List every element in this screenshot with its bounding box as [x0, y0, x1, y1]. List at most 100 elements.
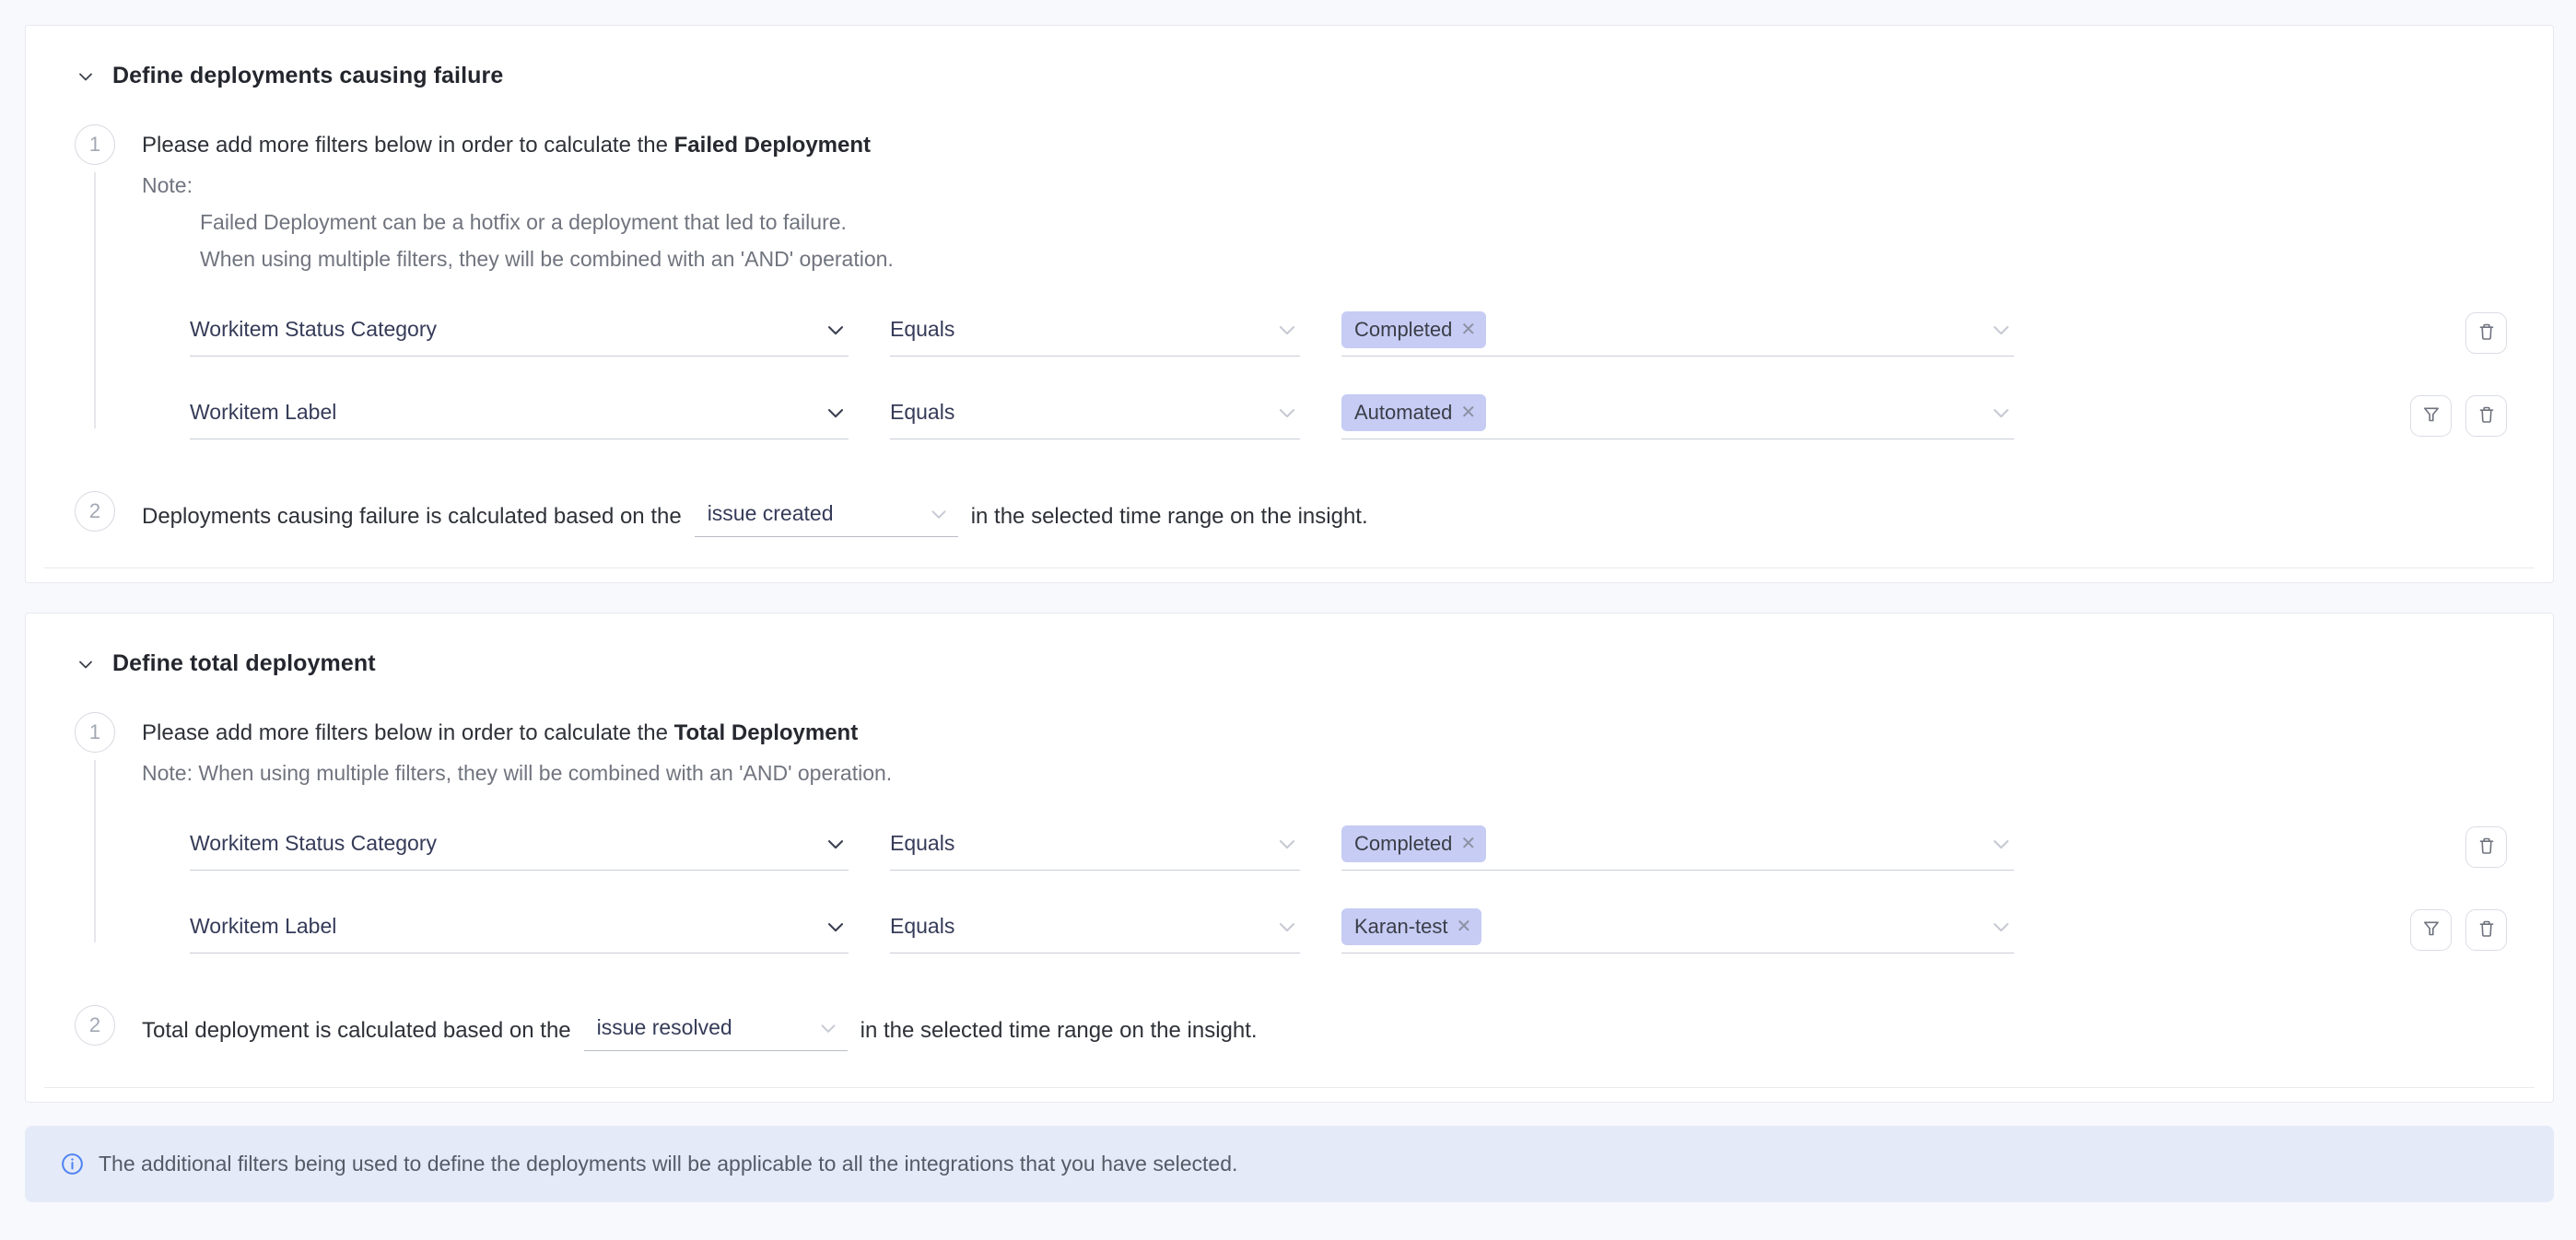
stepper-rail: 1 — [75, 712, 115, 953]
add-subfilter-button[interactable] — [2410, 395, 2452, 437]
trash-icon — [2476, 918, 2498, 942]
step-number-badge: 2 — [75, 491, 115, 532]
section-define-failure-deployments: Define deployments causing failure 1 Ple… — [25, 25, 2554, 583]
chevron-down-icon — [1274, 317, 1300, 343]
value-multiselect[interactable]: Karan-test ✕ — [1341, 906, 2014, 953]
operator-select[interactable]: Equals — [890, 906, 1300, 953]
chevron-down-icon — [1988, 914, 2014, 940]
info-banner-text: The additional filters being used to def… — [99, 1152, 1237, 1176]
operator-select-value: Equals — [890, 914, 954, 939]
field-select[interactable]: Workitem Status Category — [190, 823, 849, 871]
value-tag: Karan-test ✕ — [1341, 908, 1481, 945]
remove-tag-icon[interactable]: ✕ — [1460, 404, 1476, 422]
operator-select[interactable]: Equals — [890, 309, 1300, 357]
stepper-connector — [94, 172, 96, 428]
stepper-rail: 2 — [75, 1005, 115, 1051]
filter-row: Workitem Label Equals Karan-test — [190, 906, 2507, 953]
delete-filter-button[interactable] — [2465, 395, 2507, 437]
step1-instruction-text: Please add more filters below in order t… — [142, 133, 674, 158]
chevron-down-icon — [927, 502, 951, 526]
operator-select-value: Equals — [890, 317, 954, 342]
value-tag-label: Automated — [1354, 401, 1452, 425]
stepper-rail: 1 — [75, 124, 115, 439]
field-select[interactable]: Workitem Status Category — [190, 309, 849, 357]
chevron-down-icon — [1988, 317, 2014, 343]
field-select-value: Workitem Status Category — [190, 317, 437, 342]
step1-instruction-bold: Total Deployment — [674, 720, 859, 745]
remove-tag-icon[interactable]: ✕ — [1460, 321, 1476, 339]
trash-icon — [2476, 404, 2498, 428]
stepper-rail: 2 — [75, 491, 115, 537]
value-tag-label: Completed — [1354, 832, 1452, 856]
field-select-value: Workitem Label — [190, 400, 336, 425]
value-multiselect[interactable]: Automated ✕ — [1341, 392, 2014, 439]
field-select-value: Workitem Status Category — [190, 831, 437, 856]
step-number-badge: 2 — [75, 1005, 115, 1046]
operator-select-value: Equals — [890, 400, 954, 425]
chevron-down-icon — [1274, 831, 1300, 857]
chevron-down-icon — [823, 831, 849, 857]
funnel-icon — [2420, 918, 2442, 942]
operator-select[interactable]: Equals — [890, 823, 1300, 871]
delete-filter-button[interactable] — [2465, 909, 2507, 951]
value-multiselect[interactable]: Completed ✕ — [1341, 823, 2014, 871]
delete-filter-button[interactable] — [2465, 312, 2507, 354]
field-select-value: Workitem Label — [190, 914, 336, 939]
field-select[interactable]: Workitem Label — [190, 392, 849, 439]
step2-text-after: in the selected time range on the insigh… — [861, 1018, 1258, 1051]
note-line: Note: When using multiple filters, they … — [142, 761, 2507, 786]
chevron-down-icon — [1988, 400, 2014, 426]
section-title: Define total deployment — [112, 650, 376, 677]
filter-row: Workitem Status Category Equals Compl — [190, 309, 2507, 357]
deployment-settings-page: Define deployments causing failure 1 Ple… — [0, 0, 2576, 1240]
trash-icon — [2476, 321, 2498, 345]
info-banner: The additional filters being used to def… — [25, 1126, 2554, 1202]
step-number-badge: 1 — [75, 124, 115, 165]
field-select[interactable]: Workitem Label — [190, 906, 849, 953]
section-header-total[interactable]: Define total deployment — [75, 650, 2507, 677]
note-label: Note: — [142, 173, 2507, 198]
remove-tag-icon[interactable]: ✕ — [1457, 918, 1472, 936]
funnel-icon — [2420, 404, 2442, 428]
section-define-total-deployment: Define total deployment 1 Please add mor… — [25, 613, 2554, 1103]
value-tag-label: Completed — [1354, 318, 1452, 342]
value-multiselect[interactable]: Completed ✕ — [1341, 309, 2014, 357]
step1-instruction-text: Please add more filters below in order t… — [142, 720, 674, 745]
info-icon — [60, 1152, 85, 1176]
filter-row: Workitem Label Equals Automated — [190, 392, 2507, 439]
value-tag: Completed ✕ — [1341, 825, 1486, 862]
step2-text-after: in the selected time range on the insigh… — [971, 504, 1368, 537]
chevron-down-icon — [816, 1016, 840, 1040]
note-line: Failed Deployment can be a hotfix or a d… — [200, 210, 2507, 235]
section-header-failure[interactable]: Define deployments causing failure — [75, 63, 2507, 89]
step2-text-before: Total deployment is calculated based on … — [142, 1018, 571, 1051]
value-tag: Automated ✕ — [1341, 394, 1486, 431]
calc-basis-value: issue resolved — [597, 1015, 732, 1040]
section-title: Define deployments causing failure — [112, 63, 503, 89]
step-number-badge: 1 — [75, 712, 115, 753]
operator-select[interactable]: Equals — [890, 392, 1300, 439]
value-tag-label: Karan-test — [1354, 915, 1448, 939]
step1-instruction-bold: Failed Deployment — [674, 133, 871, 158]
step1-instruction: Please add more filters below in order t… — [142, 720, 2507, 746]
delete-filter-button[interactable] — [2465, 826, 2507, 868]
note-line: When using multiple filters, they will b… — [200, 247, 2507, 272]
remove-tag-icon[interactable]: ✕ — [1460, 835, 1476, 853]
calc-basis-select[interactable]: issue resolved — [584, 1011, 848, 1051]
step1-instruction: Please add more filters below in order t… — [142, 133, 2507, 158]
chevron-down-icon[interactable] — [75, 65, 97, 88]
chevron-down-icon — [823, 914, 849, 940]
calc-basis-select[interactable]: issue created — [695, 497, 958, 537]
chevron-down-icon — [823, 400, 849, 426]
operator-select-value: Equals — [890, 831, 954, 856]
chevron-down-icon — [1274, 400, 1300, 426]
chevron-down-icon[interactable] — [75, 653, 97, 675]
chevron-down-icon — [1274, 914, 1300, 940]
trash-icon — [2476, 835, 2498, 860]
chevron-down-icon — [823, 317, 849, 343]
stepper-connector — [94, 760, 96, 942]
chevron-down-icon — [1988, 831, 2014, 857]
filter-row: Workitem Status Category Equals Compl — [190, 823, 2507, 871]
calc-basis-value: issue created — [708, 501, 834, 526]
add-subfilter-button[interactable] — [2410, 909, 2452, 951]
